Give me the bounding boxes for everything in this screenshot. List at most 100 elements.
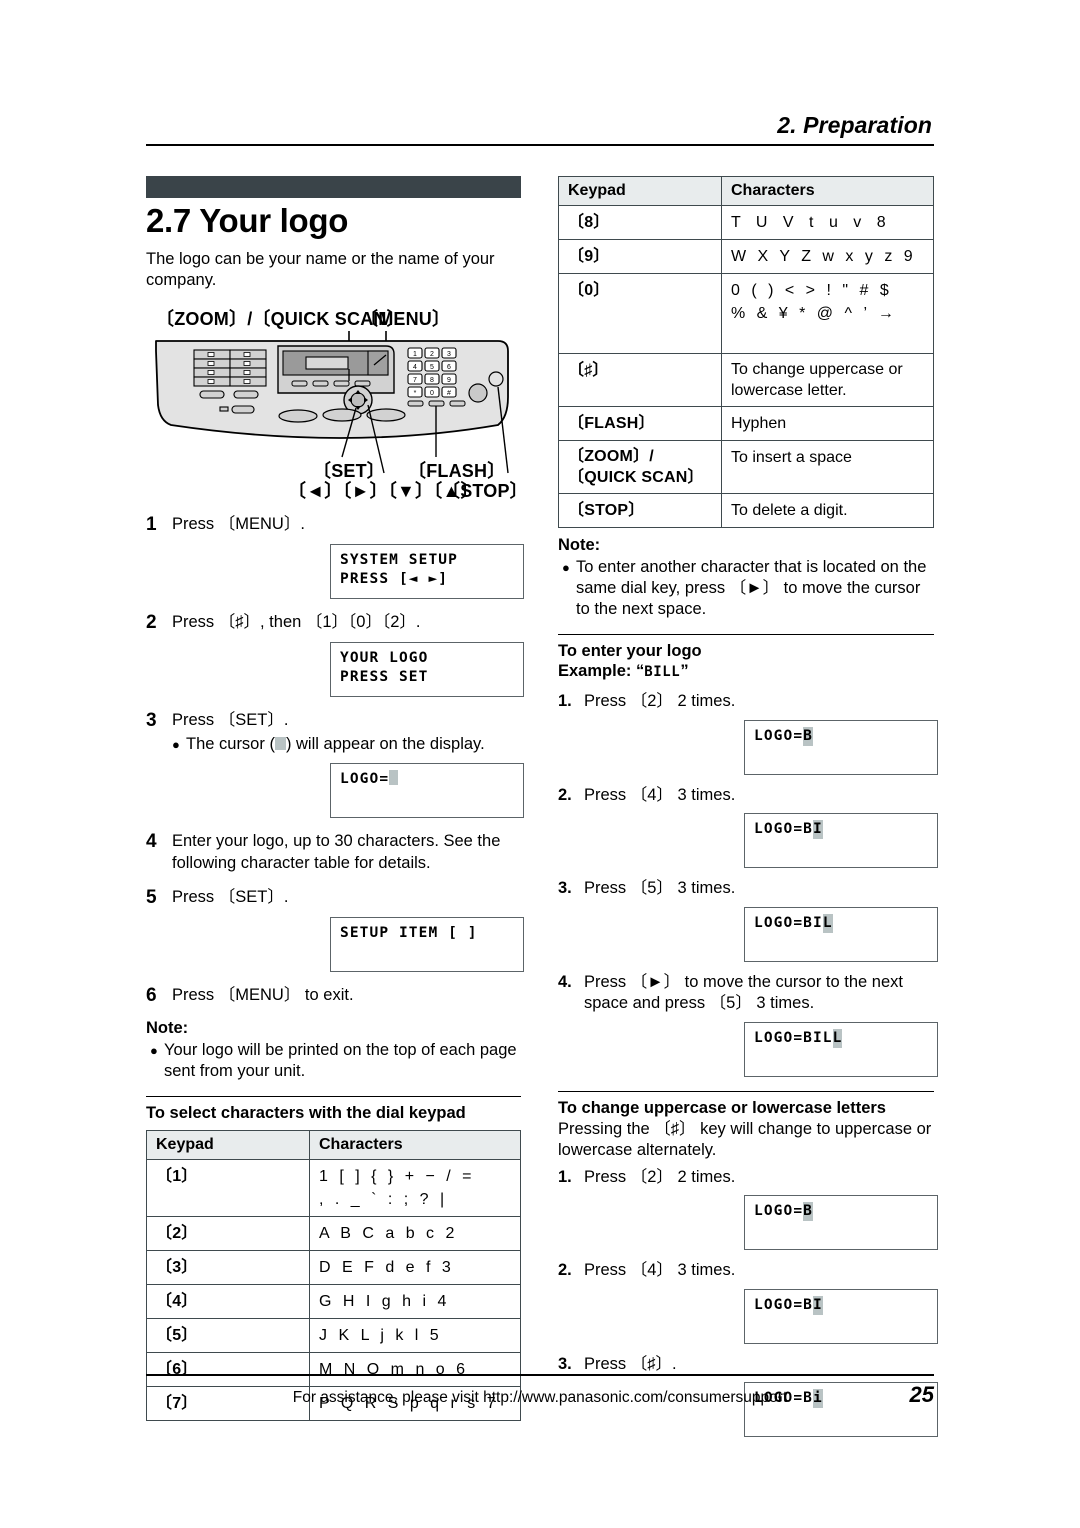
step-number: 4: [146, 831, 157, 852]
table-row: 〔ZOOM〕/ 〔QUICK SCAN〕 To insert a space: [558, 440, 934, 494]
table-row: 〔1〕 1 [ ] { } + − / = , . _ ` : ; ? |: [146, 1159, 521, 1217]
keypad-character-table-right: Keypad Characters 〔8〕 T U V t u v 8 〔9〕 …: [558, 176, 934, 528]
example-value: BILL: [644, 664, 681, 680]
char-line-1: 0 ( ) < > ! " # $: [731, 282, 893, 299]
table-row: 〔♯〕 To change uppercase or lowercase let…: [558, 353, 934, 407]
lcd-line-2: [754, 1221, 928, 1240]
lcd-line-2: [340, 943, 514, 962]
step-text: Press 〔4〕 3 times.: [584, 1261, 736, 1279]
cursor-swatch: [274, 737, 286, 750]
lcd-line-2: [754, 839, 928, 858]
cell-characters: G H I g h i 4: [309, 1284, 521, 1319]
cell-characters: To insert a space: [721, 440, 934, 494]
lcd-display-system-setup: SYSTEM SETUP PRESS [◄ ►]: [330, 544, 524, 599]
step-number: 5: [146, 887, 157, 908]
step-text: Press 〔►〕 to move the cursor to the next…: [584, 972, 903, 1013]
step-6: 6 Press 〔MENU〕 to exit.: [146, 985, 521, 1007]
step-2: 2 Press 〔♯〕, then 〔1〕〔0〕〔2〕.: [146, 612, 521, 634]
cell-characters: J K L j k l 5: [309, 1318, 521, 1353]
page-title: 2.7 Your logo: [146, 202, 349, 239]
enter-logo-step-4: 4. Press 〔►〕 to move the cursor to the n…: [558, 972, 934, 1015]
column-header-keypad: Keypad: [558, 176, 722, 206]
lcd-line-1: LOGO=BIL: [754, 913, 928, 933]
step-3: 3 Press 〔SET〕.: [146, 710, 521, 732]
divider-enter-logo: [558, 634, 934, 635]
char-line-3: [731, 325, 924, 348]
cell-characters: 1 [ ] { } + − / = , . _ ` : ; ? |: [309, 1159, 521, 1217]
cell-keypad: 〔3〕: [146, 1250, 310, 1285]
lcd-line-1: YOUR LOGO: [340, 650, 429, 666]
column-header-keypad: Keypad: [146, 1130, 310, 1160]
lcd-cursor: I: [812, 1295, 823, 1315]
enter-logo-heading: To enter your logo: [558, 642, 702, 660]
lcd-display-logo-empty: LOGO=: [330, 763, 524, 818]
lcd-line-1: LOGO=B: [754, 726, 928, 746]
table-row: 〔0〕 0 ( ) < > ! " # $ % & ¥ * @ ^ ’ →: [558, 273, 934, 354]
lcd-display-logo-bill: LOGO=BILL: [744, 1021, 938, 1077]
step-text: Press 〔5〕 3 times.: [584, 879, 736, 897]
note-heading-right: Note:: [558, 536, 601, 554]
lcd-prefix: LOGO=BIL: [754, 1029, 833, 1046]
lcd-line-1: LOGO=BI: [754, 1295, 928, 1315]
step-1: 1 Press 〔MENU〕.: [146, 514, 521, 536]
divider-change-case: [558, 1090, 934, 1092]
cell-characters: A B C a b c 2: [309, 1216, 521, 1251]
footer-row: For assistance, please visit http://www.…: [146, 1382, 934, 1408]
step-number: 3.: [558, 1354, 572, 1373]
step-4: 4 Enter your logo, up to 30 characters. …: [146, 831, 521, 874]
step-number: 3.: [558, 879, 572, 897]
change-case-step-3: 3. Press 〔♯〕.: [558, 1354, 934, 1376]
cell-characters: 0 ( ) < > ! " # $ % & ¥ * @ ^ ’ →: [721, 273, 934, 354]
svg-text:1: 1: [413, 351, 417, 358]
lcd-line-1: SETUP ITEM [ ]: [340, 925, 478, 941]
lcd-prefix: LOGO=BI: [754, 914, 823, 931]
bullet-text: The cursor () will appear on the display…: [186, 735, 485, 753]
char-line-2: % & ¥ * @ ^ ’ →: [731, 305, 898, 322]
lcd-line-2: [754, 1315, 928, 1334]
table-row: 〔2〕 A B C a b c 2: [146, 1216, 521, 1251]
header-divider: [146, 144, 934, 146]
page-footer: For assistance, please visit http://www.…: [146, 1374, 934, 1408]
cell-keypad: 〔STOP〕: [558, 493, 722, 528]
note-item-left: ● Your logo will be printed on the top o…: [146, 1040, 521, 1082]
footer-divider: [146, 1374, 934, 1376]
keypad-table-heading: To select characters with the dial keypa…: [146, 1104, 466, 1122]
cell-characters: To delete a digit.: [721, 493, 934, 528]
lcd-prefix: LOGO=: [754, 727, 804, 744]
table-row: 〔9〕 W X Y Z w x y z 9: [558, 239, 934, 274]
lcd-display-case-bi-upper: LOGO=BI: [744, 1288, 938, 1344]
svg-text:5: 5: [430, 364, 434, 371]
step-text: Press 〔2〕 2 times.: [584, 692, 736, 710]
enter-logo-example: Example: “BILL”: [558, 662, 934, 681]
lcd-line-2: [340, 789, 514, 808]
step-number: 1.: [558, 692, 572, 710]
step-3-bullet: ● The cursor () will appear on the displ…: [146, 734, 521, 755]
column-header-characters: Characters: [309, 1130, 521, 1160]
section-intro: The logo can be your name or the name of…: [146, 250, 495, 289]
step-text: Press 〔SET〕.: [172, 888, 289, 906]
cell-keypad: 〔♯〕: [558, 353, 722, 407]
step-number: 1: [146, 514, 157, 535]
cell-keypad: 〔4〕: [146, 1284, 310, 1319]
cell-keypad: 〔FLASH〕: [558, 406, 722, 441]
manual-page: 2. Preparation 2.7 Your logo The logo ca…: [0, 0, 1080, 1528]
cell-keypad: 〔9〕: [558, 239, 722, 274]
divider-keypad-table: [146, 1096, 521, 1097]
cell-keypad: 〔1〕: [146, 1159, 310, 1217]
lcd-line-1: LOGO=B: [754, 1202, 928, 1221]
cell-keypad: 〔0〕: [558, 273, 722, 354]
lcd-cursor: I: [812, 820, 823, 839]
char-line-2: , . _ ` : ; ? |: [319, 1191, 448, 1208]
lcd-line-2: [754, 746, 928, 765]
lcd-display-logo-b: LOGO=B: [744, 719, 938, 775]
cell-keypad: 〔ZOOM〕/ 〔QUICK SCAN〕: [558, 440, 722, 494]
assistance-text: For assistance, please visit http://www.…: [292, 1389, 788, 1406]
change-case-step-1: 1. Press 〔2〕 2 times.: [558, 1167, 934, 1189]
step-text: Press 〔MENU〕.: [172, 515, 305, 533]
column-header-characters: Characters: [721, 176, 934, 206]
lcd-display-logo-bil: LOGO=BIL: [744, 906, 938, 962]
table-row: 〔STOP〕 To delete a digit.: [558, 493, 934, 528]
svg-text:9: 9: [447, 377, 451, 384]
lcd-prefix: LOGO=B: [754, 1296, 813, 1313]
lcd-line-1: LOGO=: [340, 770, 514, 789]
